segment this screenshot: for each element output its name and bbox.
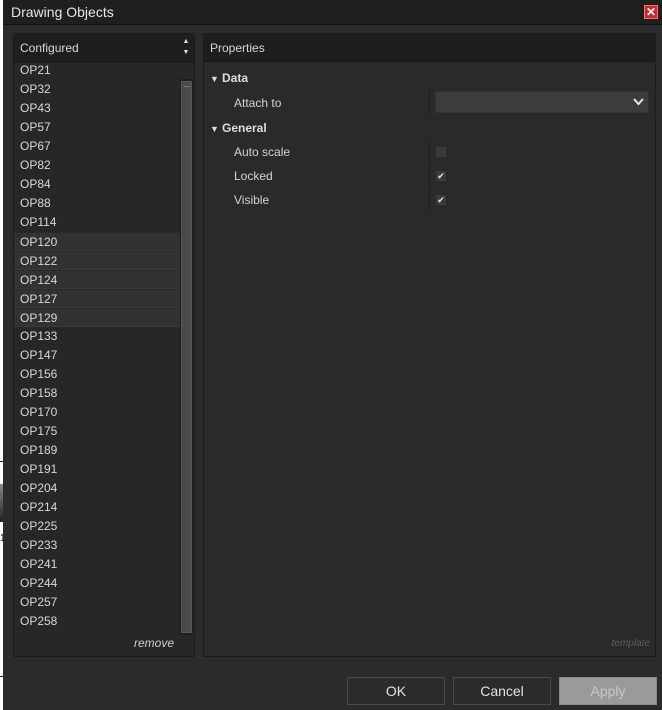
list-item[interactable]: OP114	[14, 213, 180, 232]
title-bar[interactable]: Drawing Objects ✕	[3, 0, 662, 25]
column-divider	[429, 140, 430, 162]
category-general[interactable]: ▼ General	[210, 121, 267, 135]
list-item[interactable]: OP32	[14, 80, 180, 99]
list-item[interactable]: OP120	[14, 232, 180, 251]
column-divider	[429, 91, 430, 113]
list-item[interactable]: OP124	[14, 270, 180, 289]
configured-header[interactable]: Configured ▲ ▼	[14, 34, 194, 62]
apply-button[interactable]: Apply	[559, 677, 657, 705]
list-item[interactable]: OP133	[14, 327, 180, 346]
column-divider	[429, 164, 430, 186]
properties-panel: Properties ▼ Data Attach to ▼ General Auto…	[203, 33, 656, 657]
list-item[interactable]: OP147	[14, 346, 180, 365]
visible-label: Visible	[234, 193, 270, 207]
list-item[interactable]: OP82	[14, 156, 180, 175]
ok-button[interactable]: OK	[347, 677, 445, 705]
category-general-label: General	[222, 121, 267, 135]
list-item[interactable]: OP67	[14, 137, 180, 156]
list-item[interactable]: OP84	[14, 175, 180, 194]
list-item[interactable]: OP170	[14, 403, 180, 422]
list-item[interactable]: OP257	[14, 593, 180, 612]
remove-link[interactable]: remove	[134, 636, 174, 650]
template-link[interactable]: template	[612, 638, 650, 649]
scrollbar-thumb[interactable]	[181, 81, 192, 633]
list-item[interactable]: OP189	[14, 441, 180, 460]
properties-header: Properties	[204, 34, 655, 62]
list-item[interactable]: OP191	[14, 460, 180, 479]
list-item[interactable]: OP158	[14, 384, 180, 403]
category-data[interactable]: ▼ Data	[210, 71, 248, 85]
list-item[interactable]: OP21	[14, 61, 180, 80]
list-item[interactable]: OP43	[14, 99, 180, 118]
list-item[interactable]: OP204	[14, 479, 180, 498]
list-item[interactable]: OP244	[14, 574, 180, 593]
list-item[interactable]: OP175	[14, 422, 180, 441]
list-scrollbar[interactable]	[180, 79, 193, 635]
triangle-down-icon[interactable]: ▼	[210, 74, 222, 84]
checkmark-icon: ✔	[437, 195, 445, 205]
list-item[interactable]: OP233	[14, 536, 180, 555]
sort-arrows-icon[interactable]: ▲ ▼	[182, 36, 190, 58]
locked-label: Locked	[234, 169, 273, 183]
attach-to-select[interactable]	[435, 91, 649, 113]
list-item[interactable]: OP241	[14, 555, 180, 574]
drawing-objects-list: OP21 OP32 OP43 OP57 OP67 OP82 OP84 OP88 OP114 OP1…	[14, 61, 180, 631]
attach-to-label: Attach to	[234, 96, 282, 110]
list-item[interactable]: OP88	[14, 194, 180, 213]
list-item[interactable]: OP129	[14, 308, 180, 327]
visible-checkbox[interactable]: ✔	[435, 194, 447, 206]
list-item[interactable]: OP214	[14, 498, 180, 517]
list-item[interactable]: OP156	[14, 365, 180, 384]
configured-header-label: Configured	[20, 41, 79, 55]
column-divider	[429, 188, 430, 210]
list-item[interactable]: OP122	[14, 251, 180, 270]
triangle-down-icon[interactable]: ▼	[210, 124, 222, 134]
drawing-objects-dialog: Drawing Objects ✕ Configured ▲ ▼ OP21 OP32…	[3, 0, 662, 710]
window-title: Drawing Objects	[11, 4, 114, 20]
chevron-down-icon[interactable]	[633, 95, 644, 109]
cancel-button[interactable]: Cancel	[453, 677, 551, 705]
scrollbar-grip	[184, 86, 190, 87]
auto-scale-checkbox[interactable]	[435, 146, 447, 158]
list-item[interactable]: OP57	[14, 118, 180, 137]
category-data-label: Data	[222, 71, 249, 85]
auto-scale-label: Auto scale	[234, 145, 291, 159]
properties-header-label: Properties	[210, 41, 265, 55]
close-icon[interactable]: ✕	[644, 5, 658, 19]
checkmark-icon: ✔	[437, 171, 445, 181]
locked-checkbox[interactable]: ✔	[435, 170, 447, 182]
list-item[interactable]: OP225	[14, 517, 180, 536]
list-item[interactable]: OP258	[14, 612, 180, 631]
configured-list-panel: Configured ▲ ▼ OP21 OP32 OP43 OP57 OP67 OP82 OP…	[13, 33, 195, 657]
list-item[interactable]: OP127	[14, 289, 180, 308]
